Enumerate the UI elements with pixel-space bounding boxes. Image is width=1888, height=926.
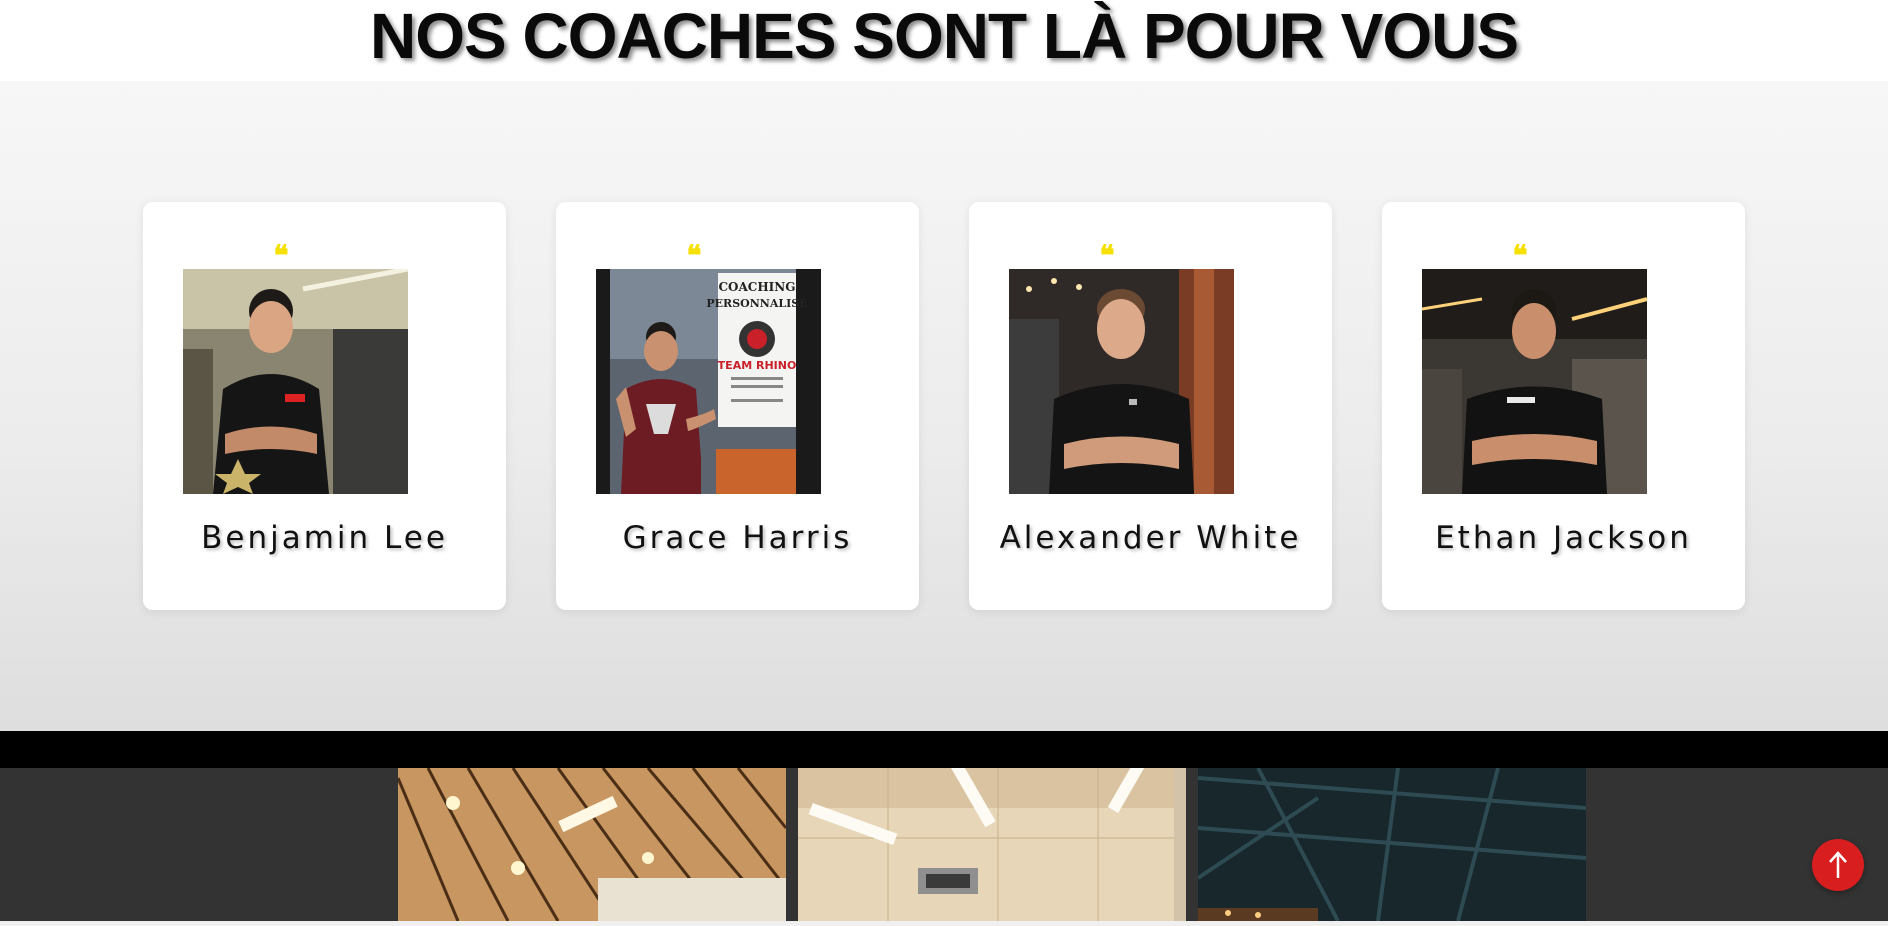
coach-name: Alexander White — [999, 520, 1302, 556]
quote-icon: ❝ — [273, 239, 289, 272]
coach-photo-image — [183, 269, 408, 494]
coach-photo-image — [1422, 269, 1647, 494]
sign-text-brand: TEAM RHINO — [718, 359, 797, 372]
quote-icon: ❝ — [1512, 239, 1528, 272]
scroll-to-top-button[interactable] — [1812, 839, 1864, 891]
coach-photo — [1422, 269, 1647, 494]
gallery-image[interactable] — [798, 768, 1186, 921]
coach-card[interactable]: ❝ Alexander White — [969, 202, 1332, 610]
coach-photo-image — [1009, 269, 1234, 494]
coach-card[interactable]: ❝ COACHING PERSONNALISÉ TEAM RHINO Grace… — [556, 202, 919, 610]
arrow-up-icon — [1829, 851, 1847, 878]
coach-photo — [1009, 269, 1234, 494]
coach-card[interactable]: ❝ Ethan Jackson — [1382, 202, 1745, 610]
coach-card[interactable]: ❝ Benjamin Lee — [143, 202, 506, 610]
bottom-edge — [0, 921, 1888, 926]
gallery-image[interactable] — [1198, 768, 1586, 921]
gallery-section — [0, 768, 1888, 926]
quote-icon: ❝ — [686, 239, 702, 272]
coach-photo: COACHING PERSONNALISÉ TEAM RHINO — [596, 269, 821, 494]
gallery-image[interactable] — [398, 768, 786, 921]
quote-icon: ❝ — [1099, 239, 1115, 272]
header: NOS COACHES SONT LÀ POUR VOUS — [0, 0, 1888, 81]
coach-photo-image: COACHING PERSONNALISÉ TEAM RHINO — [596, 269, 821, 494]
coaches-section: ❝ Benjamin Lee ❝ COACHING PERSONNALISÉ T… — [0, 81, 1888, 731]
sign-text-personnalise: PERSONNALISÉ — [706, 296, 807, 310]
coach-name: Ethan Jackson — [1435, 520, 1692, 556]
coach-name: Grace Harris — [622, 520, 853, 556]
section-divider-band — [0, 731, 1888, 768]
coach-photo — [183, 269, 408, 494]
page-title: NOS COACHES SONT LÀ POUR VOUS — [370, 0, 1519, 72]
coach-name: Benjamin Lee — [201, 520, 448, 556]
sign-text-coaching: COACHING — [718, 280, 795, 294]
